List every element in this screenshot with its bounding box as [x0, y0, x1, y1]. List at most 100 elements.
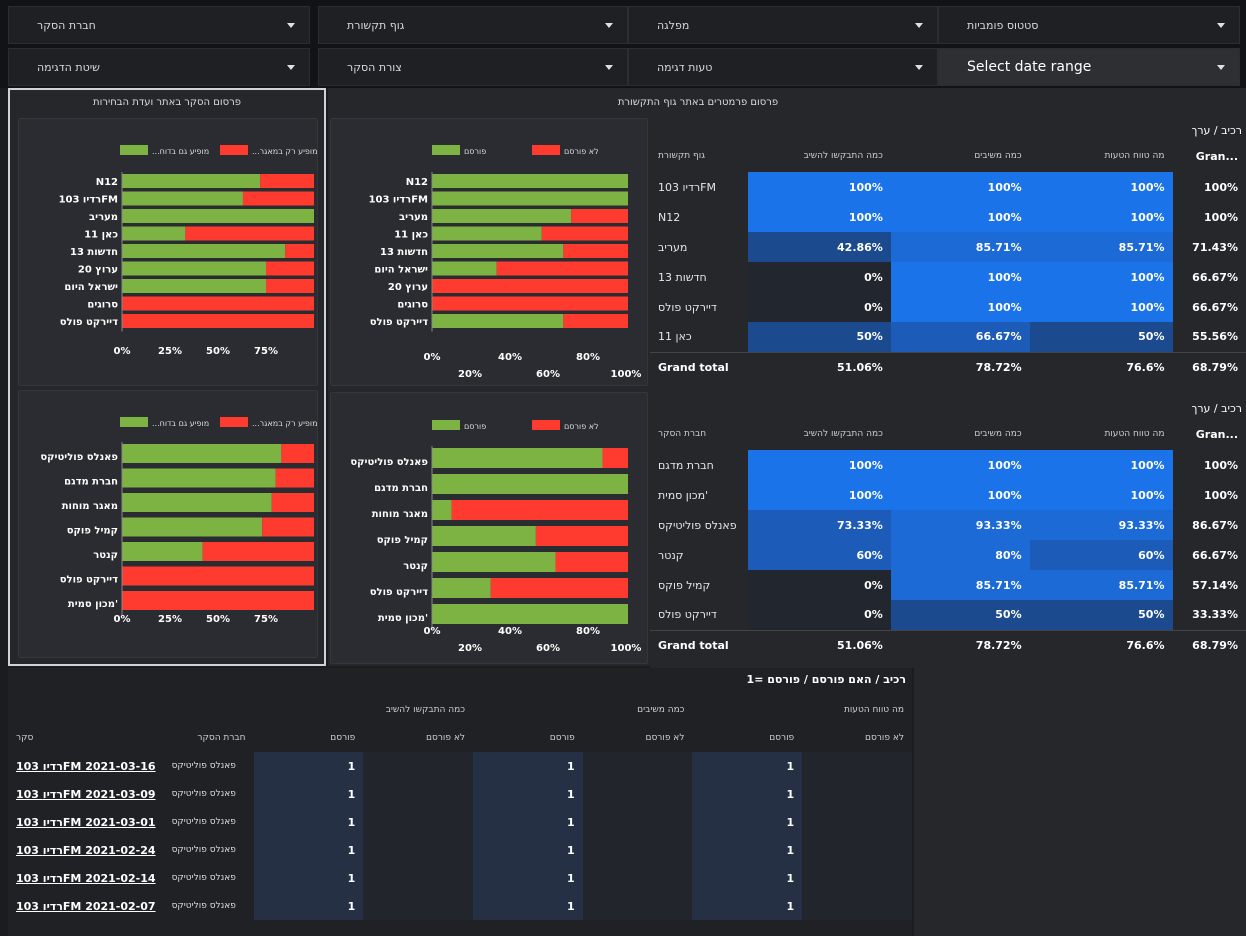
published-count: 1	[692, 864, 803, 892]
table-row: חדשות 13 0% 100% 100% 66.67%	[650, 262, 1246, 292]
category-label: מכון סמית'	[68, 599, 118, 610]
bar-not-published	[563, 244, 628, 258]
row-label: חברת מדגם	[658, 458, 714, 472]
category-label: ישראל היום	[374, 265, 428, 276]
cell-requested: 60%	[747, 540, 891, 570]
legend-swatch-green	[120, 145, 148, 155]
category-label: דיירקט פולס	[370, 587, 428, 598]
column-header[interactable]: מה טווח הטעות	[1030, 418, 1173, 450]
category-label: דיירקט פולס	[60, 317, 118, 328]
table-row: פאנלס פוליטיקס 73.33% 93.33% 93.33% 86.67%	[650, 510, 1246, 540]
cell-respondents: 100%	[890, 292, 1030, 322]
total-respondents: 78.72%	[890, 629, 1030, 660]
legend-swatch-green	[432, 145, 460, 155]
not-published-count	[802, 752, 912, 780]
bar-published	[432, 261, 497, 276]
column-header[interactable]: כמה משיבים	[891, 140, 1030, 172]
column-header[interactable]: מה טווח הטעות	[1030, 140, 1173, 172]
published-count: 1	[472, 808, 583, 836]
x-tick-label: 75%	[254, 614, 278, 625]
published-count: 1	[472, 780, 583, 808]
survey-link[interactable]: 103 רדיוFM 2021-03-01	[8, 808, 164, 836]
not-published-count	[802, 780, 912, 808]
row-label: פאנלס פוליטיקס	[658, 518, 737, 532]
cell-grand-total: 100%	[1204, 488, 1238, 502]
column-header[interactable]: Gran...	[1173, 140, 1246, 172]
column-header[interactable]: גוף תקשורת	[650, 140, 748, 172]
cell-grand-total: 66.67%	[1192, 270, 1238, 284]
cell-requested: 100%	[747, 202, 891, 232]
bar-published	[122, 542, 203, 561]
bar-published	[432, 578, 491, 598]
row-label: קמיל פוקס	[658, 578, 711, 592]
column-header[interactable]: כמה התבקשו להשיב	[748, 418, 891, 450]
table1-header-label: רכיב / ערך	[1191, 124, 1242, 137]
category-label: דיירקט פולס	[370, 317, 428, 328]
legend-label-green: ...מופיע גם בדוח	[152, 147, 209, 156]
bar-not-published	[122, 314, 314, 328]
bottom-table-title: רכיב / האם פורסם / פורסם =1	[746, 673, 906, 686]
bar-not-published	[260, 174, 314, 188]
row-label: כאן 11	[658, 330, 692, 344]
column-header[interactable]: Gran...	[1173, 418, 1246, 450]
bar-published	[432, 474, 628, 494]
cell-grand-total: 86.67%	[1192, 518, 1238, 532]
category-label: סרוגים	[397, 300, 428, 311]
column-header[interactable]: כמה התבקשו להשיב	[748, 140, 891, 172]
bar-not-published	[432, 296, 628, 311]
row-label: דיירקט פולס	[658, 608, 717, 622]
total-requested: 51.06%	[747, 629, 891, 660]
table-row: 103 רדיוFM 2021-02-24 פאנלס פוליטיקס 1 1 1	[8, 836, 912, 864]
company-cell: פאנלס פוליטיקס	[171, 845, 236, 855]
bar-not-published	[602, 448, 628, 468]
bar-not-published	[262, 517, 314, 537]
cell-requested: 100%	[747, 172, 891, 202]
cell-grand-total: 66.67%	[1192, 300, 1238, 314]
category-label: דיירקט פולס	[60, 575, 118, 586]
legend-swatch-red	[220, 145, 248, 155]
bar-published	[432, 552, 556, 572]
company-cell: פאנלס פוליטיקס	[171, 901, 236, 911]
total-error-range: 76.6%	[1029, 629, 1173, 660]
row-label: רדיו 103FM	[658, 180, 716, 194]
cell-requested: 42.86%	[747, 232, 891, 262]
not-published-count	[363, 780, 473, 808]
table-row: 103 רדיוFM 2021-03-16 פאנלס פוליטיקס 1 1 1	[8, 752, 912, 780]
sub-header: פורסם	[769, 733, 795, 743]
not-published-count	[582, 892, 693, 920]
cell-respondents: 85.71%	[890, 232, 1030, 262]
cell-grand-total: 57.14%	[1192, 578, 1238, 592]
published-count: 1	[253, 836, 364, 864]
cell-grand-total: 100%	[1204, 210, 1238, 224]
row-label: חדשות 13	[658, 270, 707, 284]
not-published-count	[582, 780, 693, 808]
bar-published	[432, 526, 536, 546]
bar-not-published	[122, 296, 314, 311]
bar-not-published	[563, 314, 628, 328]
cell-error-range: 100%	[1029, 202, 1173, 232]
survey-link[interactable]: 103 רדיוFM 2021-03-09	[8, 780, 164, 808]
survey-link[interactable]: 103 רדיוFM 2021-02-24	[8, 836, 164, 864]
category-label: קנטר	[403, 561, 428, 572]
cell-respondents: 93.33%	[890, 510, 1030, 540]
published-count: 1	[253, 864, 364, 892]
category-label: מכון סמית'	[378, 613, 428, 624]
table-row: דיירקט פולס 0% 50% 50% 33.33%	[650, 600, 1246, 630]
bar-not-published	[490, 578, 628, 598]
cell-respondents: 66.67%	[890, 322, 1030, 352]
row-label: דיירקט פולס	[658, 300, 717, 314]
survey-link[interactable]: 103 רדיוFM 2021-02-14	[8, 864, 164, 892]
x-tick-label: 25%	[158, 346, 182, 357]
total-label: Grand total	[650, 629, 748, 660]
column-header[interactable]: חברת הסקר	[650, 418, 748, 450]
column-header[interactable]: כמה משיבים	[891, 418, 1030, 450]
cell-error-range: 60%	[1029, 540, 1173, 570]
bar-not-published	[185, 226, 314, 241]
survey-link[interactable]: 103 רדיוFM 2021-02-07	[8, 892, 164, 920]
row-label: מכון סמית'	[658, 488, 709, 502]
category-label: ערוץ 20	[388, 282, 428, 293]
group-header: כמה התבקשו להשיב	[385, 705, 465, 715]
x-tick-label: 60%	[536, 369, 560, 380]
survey-link[interactable]: 103 רדיוFM 2021-03-16	[8, 752, 164, 780]
legend-swatch-green	[120, 417, 148, 427]
